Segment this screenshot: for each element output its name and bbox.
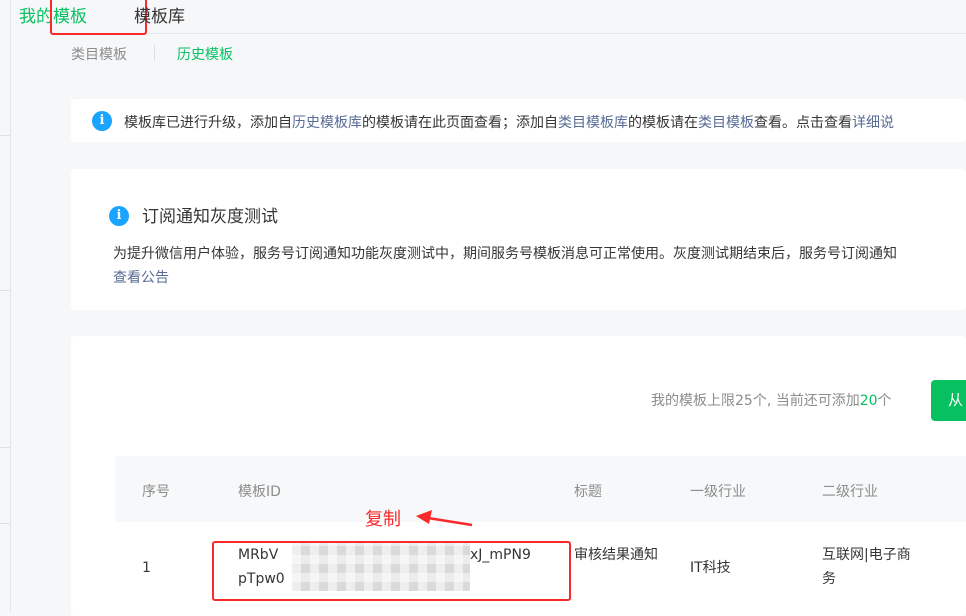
row-number: 1: [142, 560, 151, 576]
template-limit-text: 我的模板上限25个, 当前还可添加20个: [651, 393, 892, 409]
notice-text-2: 的模板请在此页面查看；添加自: [362, 115, 558, 131]
notice-text-1: 模板库已进行升级，添加自: [124, 115, 292, 131]
left-sidebar-edge: [0, 0, 11, 612]
subtab-divider: [154, 45, 155, 61]
industry-level1: IT科技: [690, 560, 731, 576]
tab-template-library[interactable]: 模板库: [134, 2, 185, 27]
notice-text-4: 查看。点击查看: [754, 115, 852, 131]
category-library-link[interactable]: 类目模板库: [558, 115, 628, 131]
subtab-history-templates[interactable]: 历史模板: [177, 44, 233, 64]
column-header-title: 标题: [574, 484, 602, 500]
add-template-button[interactable]: 从: [931, 380, 966, 421]
copy-annotation: 复制: [365, 509, 401, 530]
notice-text-3: 的模板请在: [628, 115, 698, 131]
column-header-no: 序号: [142, 484, 170, 500]
subtab-category-templates[interactable]: 类目模板: [71, 44, 127, 64]
template-title: 审核结果通知: [574, 547, 658, 563]
annotation-arrow-icon: [416, 510, 473, 527]
top-tab-bar: [52, 0, 966, 34]
remaining-count: 20: [859, 393, 878, 409]
highlight-box-template-id: [212, 541, 571, 601]
history-library-link[interactable]: 历史模板库: [292, 115, 362, 131]
subscription-description: 为提升微信用户体验，服务号订阅通知功能灰度测试中，期间服务号模板消息可正常使用。…: [113, 246, 897, 262]
info-icon: i: [92, 111, 112, 131]
details-link[interactable]: 详细说: [852, 115, 894, 131]
industry-level2: 互联网|电子商务: [822, 547, 911, 587]
column-header-template-id: 模板ID: [238, 484, 281, 500]
category-templates-link[interactable]: 类目模板: [698, 115, 754, 131]
subscription-title: 订阅通知灰度测试: [142, 207, 278, 227]
view-announcement-link[interactable]: 查看公告: [113, 267, 169, 287]
upgrade-notice-text: 模板库已进行升级，添加自历史模板库的模板请在此页面查看；添加自类目模板库的模板请…: [124, 112, 894, 132]
subscription-notice-card: [71, 169, 966, 310]
column-header-industry2: 二级行业: [822, 484, 878, 500]
highlight-box-tab: [50, 0, 147, 35]
column-header-industry1: 一级行业: [690, 484, 746, 500]
info-icon: i: [109, 206, 129, 226]
